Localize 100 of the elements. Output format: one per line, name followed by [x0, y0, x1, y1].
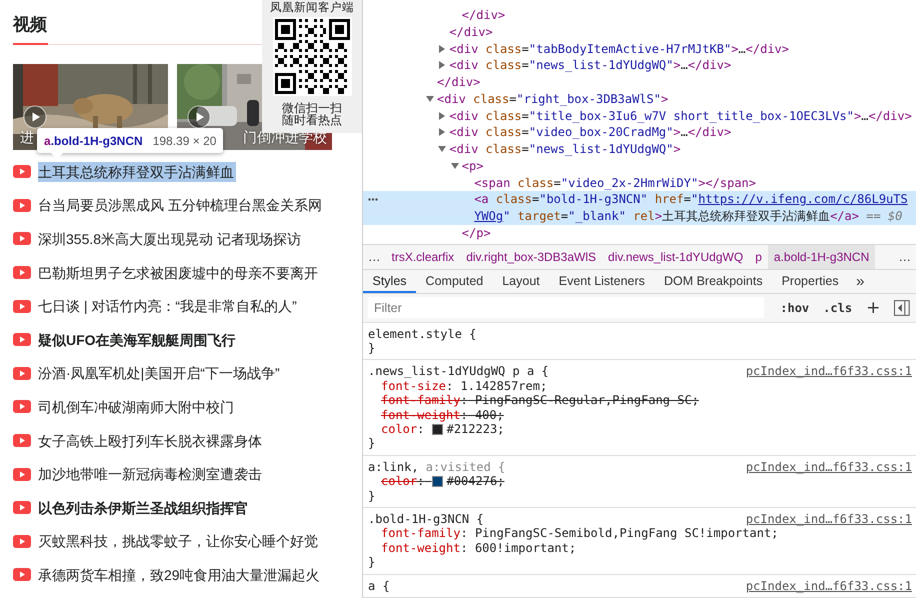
news-headline-link[interactable]: 土耳其总统称拜登双手沾满鲜血 — [38, 162, 236, 182]
css-value[interactable]: #212223; — [446, 422, 504, 436]
element-size: 198.39 × 20 — [152, 134, 216, 148]
news-headline-link[interactable]: 司机倒车冲破湖南师大附中校门 — [38, 396, 236, 417]
css-selector: a:visited { — [426, 460, 506, 474]
expand-arrow-icon[interactable] — [438, 112, 446, 120]
css-selector: .bold-1H-g3NCN { — [368, 512, 484, 526]
collapse-arrow-icon[interactable] — [438, 145, 446, 153]
toggle-button[interactable]: :hov — [776, 300, 814, 315]
css-selector: element.style { — [368, 326, 476, 341]
expand-arrow-icon[interactable] — [438, 61, 446, 70]
video-icon — [13, 400, 31, 414]
play-icon[interactable] — [23, 105, 47, 129]
video-icon — [13, 366, 31, 380]
breadcrumb-item[interactable]: a.bold-1H-g3NCN — [768, 244, 876, 269]
css-value[interactable]: PingFangSC-Regular,PingFang SC; — [474, 393, 699, 408]
dom-node-line[interactable]: <div class="right_box-3DB3aWlS"> — [437, 90, 668, 108]
active-underline — [13, 43, 48, 45]
css-property[interactable]: font-family: — [381, 526, 475, 541]
news-headline-link[interactable]: 巴勒斯坦男子乞求被困废墟中的母亲不要离开 — [38, 262, 320, 283]
source-link[interactable]: pcIndex_ind…f6f33.css:1 — [746, 512, 912, 526]
filter-field[interactable]: Filter — [368, 297, 764, 318]
popup-caption: 随时看热点 — [282, 114, 342, 126]
video-icon — [13, 468, 31, 481]
breadcrumb-item[interactable]: trsX.clearfix — [386, 244, 460, 269]
collapse-arrow-icon[interactable] — [450, 162, 459, 170]
dom-node-line[interactable]: <div class="video_box-20CradMg">…</div> — [449, 124, 732, 141]
news-headline-link[interactable]: 汾酒·凤凰军机处|美国开启“下一场战争” — [38, 363, 282, 384]
css-property[interactable]: font-weight: — [381, 540, 475, 556]
css-property[interactable]: color: — [381, 422, 432, 436]
css-property[interactable]: font-size: — [381, 378, 460, 394]
dom-node-line[interactable]: <div class="news_list-1dYUdgWQ"> — [449, 141, 681, 158]
dom-node-line[interactable]: </div> — [437, 74, 480, 91]
video-icon — [13, 333, 31, 346]
video-icon — [13, 434, 31, 448]
video-caption: 进 — [20, 129, 34, 147]
news-headline-link[interactable]: 深圳355.8米高大厦出现晃动 记者现场探访 — [38, 228, 303, 249]
more-options-icon[interactable] — [368, 198, 378, 202]
news-headline-link[interactable]: 女子高铁上殴打列车长脱衣裸露身体 — [38, 430, 264, 451]
scroll-left-button[interactable]: … — [363, 250, 386, 264]
css-selector: a { — [368, 578, 390, 593]
css-selector: .news_list-1dYUdgWQ p a { — [368, 364, 549, 379]
dom-node-line[interactable]: <span class="video_2x-2HmrWiDY"></span> — [474, 174, 756, 192]
element-selector: a.bold-1H-g3NCN — [44, 134, 143, 148]
expand-arrow-icon[interactable] — [438, 44, 446, 52]
news-headline-link[interactable]: 加沙地带唯一新冠病毒检测室遭袭击 — [38, 464, 264, 484]
news-headline-link[interactable]: 台当局要员涉黑成风 五分钟梳理台黑金关系网 — [38, 195, 324, 216]
section-title: 视频 — [13, 14, 47, 36]
video-icon — [13, 165, 31, 178]
video-icon — [13, 300, 31, 313]
news-headline-link[interactable]: 疑似UFO在美海军舰艇周围飞行 — [38, 330, 238, 350]
source-link[interactable]: pcIndex_ind…f6f33.css:1 — [746, 364, 912, 379]
dom-node-line[interactable]: </div> — [462, 7, 506, 24]
video-icon — [13, 501, 31, 514]
panel-tab[interactable]: Properties — [772, 270, 848, 294]
video-icon — [13, 534, 31, 548]
source-link[interactable]: pcIndex_ind…f6f33.css:1 — [746, 578, 912, 593]
scroll-right-button[interactable]: … — [894, 250, 916, 264]
source-link[interactable]: pcIndex_ind…f6f33.css:1 — [746, 460, 912, 474]
dom-node-line[interactable]: <div class="title_box-3Iu6_w7V short_title_box-1OEC3LVs">…</div> — [449, 108, 912, 124]
news-headline-link[interactable]: 灭蚊黑科技，挑战零蚊子，让你安心睡个好觉 — [38, 531, 320, 552]
breadcrumb-item[interactable]: div.right_box-3DB3aWlS — [460, 244, 602, 269]
breadcrumb-item[interactable]: div.news_list-1dYUdgWQ — [602, 244, 750, 269]
dom-node-line[interactable]: <div class="tabBodyItemActive-H7rMJtKB">…</div> — [449, 40, 790, 58]
breadcrumb-item[interactable]: p — [749, 244, 768, 269]
closing-brace: } — [368, 555, 376, 570]
play-icon[interactable] — [187, 105, 211, 129]
video-icon — [13, 198, 31, 212]
closing-brace: } — [368, 488, 376, 503]
expand-arrow-icon[interactable] — [438, 128, 446, 136]
news-headline-link[interactable]: 以色列击杀伊斯兰圣战组织指挥官 — [38, 498, 250, 518]
css-property[interactable]: color: — [381, 474, 432, 489]
news-headline-link[interactable]: 承德两货车相撞，致29吨食用油大量泄漏起火 — [38, 564, 322, 585]
dom-node-line[interactable]: <div class="news_list-1dYUdgWQ">…</div> — [449, 57, 732, 74]
dom-node-line[interactable]: </p> — [462, 224, 491, 242]
panel-tab[interactable]: Event Listeners — [549, 270, 654, 294]
css-property[interactable]: font-family: — [381, 393, 475, 408]
video-icon — [13, 266, 31, 280]
popup-caption: 微信扫一扫 — [282, 102, 342, 114]
panel-tab[interactable]: DOM Breakpoints — [654, 270, 772, 294]
css-value[interactable]: 1.142857rem; — [460, 378, 548, 394]
css-value[interactable]: PingFangSC-Semibold,PingFang SC!important; — [474, 526, 778, 541]
new-rule-button[interactable]: + — [862, 298, 884, 318]
news-headline-link[interactable]: 七日谈 | 对话竹内亮：“我是非常自私的人” — [38, 296, 299, 316]
css-value[interactable]: #004276; — [446, 474, 504, 489]
css-value[interactable]: 600!important; — [474, 540, 576, 556]
toggle-button[interactable]: .cls — [819, 300, 856, 315]
closing-brace: } — [368, 436, 376, 451]
sidebar-toggle-icon[interactable] — [894, 300, 910, 316]
color-swatch[interactable] — [432, 476, 443, 487]
panel-tab[interactable]: Layout — [492, 270, 550, 294]
css-selector: a:link, — [368, 460, 419, 474]
css-value[interactable]: 400; — [474, 408, 504, 422]
css-property[interactable]: font-weight: — [381, 408, 475, 422]
color-swatch[interactable] — [432, 424, 443, 435]
collapse-arrow-icon[interactable] — [426, 94, 434, 103]
dom-node-line[interactable]: <p> — [462, 158, 484, 174]
panel-tab[interactable]: Computed — [416, 270, 493, 294]
dom-node-line[interactable]: </div> — [449, 24, 493, 40]
more-tabs-button[interactable]: » — [848, 270, 872, 294]
